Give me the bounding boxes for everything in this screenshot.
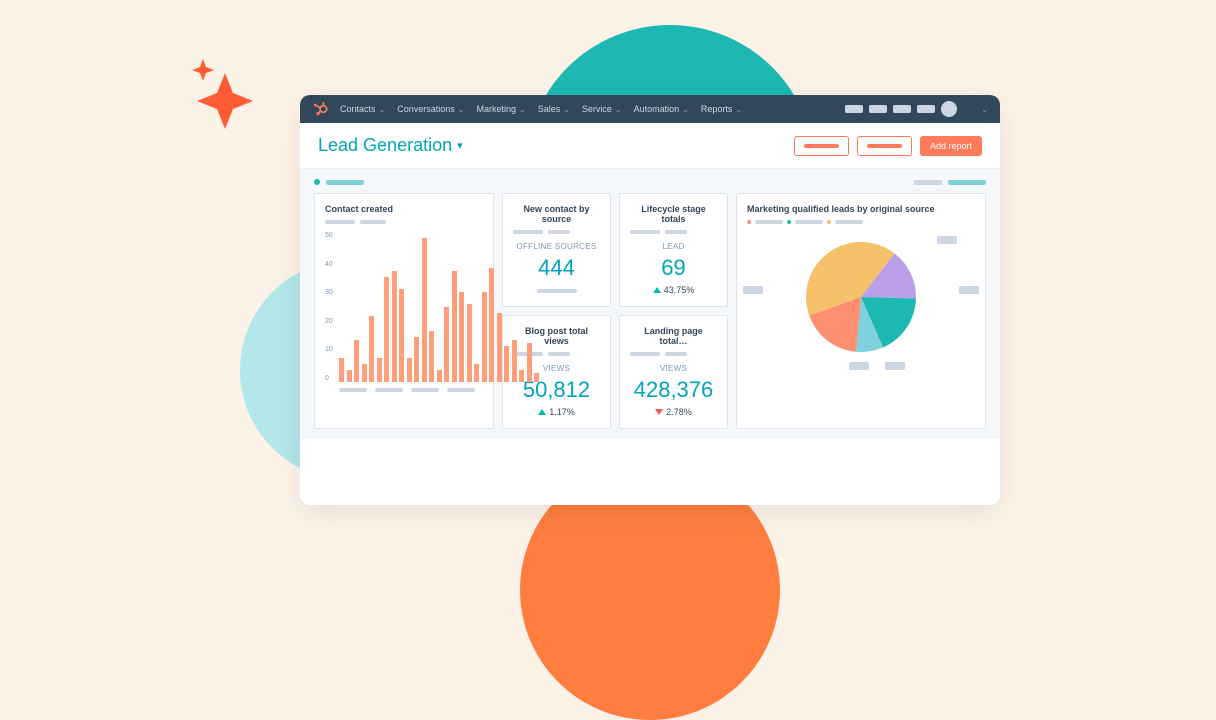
nav-service[interactable]: Service⌄	[582, 104, 622, 114]
nav-conversations[interactable]: Conversations⌄	[397, 104, 464, 114]
app-window: Contacts⌄ Conversations⌄ Marketing⌄ Sale…	[300, 95, 1000, 505]
stat-change: 2.78%	[630, 407, 717, 417]
nav-items: Contacts⌄ Conversations⌄ Marketing⌄ Sale…	[340, 104, 742, 114]
stat-label: LEAD	[630, 242, 717, 251]
contact-created-card: Contact created 50403020100	[314, 193, 494, 429]
chevron-down-icon: ⌄	[682, 105, 689, 114]
card-title: New contact by source	[513, 204, 600, 224]
meta-row	[314, 179, 986, 185]
nav-sales[interactable]: Sales⌄	[538, 104, 570, 114]
topbar-action[interactable]	[917, 105, 935, 113]
add-report-button[interactable]: Add report	[920, 136, 982, 156]
mql-card: Marketing qualified leads by original so…	[736, 193, 986, 429]
avatar[interactable]	[941, 101, 957, 117]
stat-value: 428,376	[630, 377, 717, 403]
chevron-down-icon: ⌄	[735, 105, 742, 114]
arrow-up-icon	[538, 409, 546, 415]
nav-automation[interactable]: Automation⌄	[634, 104, 689, 114]
topbar-action[interactable]	[869, 105, 887, 113]
header-button-1[interactable]	[794, 136, 849, 156]
caret-down-icon: ▾	[457, 139, 463, 152]
topbar-action[interactable]	[893, 105, 911, 113]
arrow-down-icon	[655, 409, 663, 415]
sparkle-icon	[185, 55, 265, 135]
bar-chart: 50403020100	[325, 232, 483, 382]
chevron-down-icon[interactable]: ⌄	[981, 105, 988, 114]
lifecycle-card: Lifecycle stage totals LEAD 69 43.75%	[619, 193, 728, 307]
stat-change: 43.75%	[630, 285, 717, 295]
arrow-up-icon	[653, 287, 661, 293]
card-title: Landing page total…	[630, 326, 717, 346]
chevron-down-icon: ⌄	[615, 105, 622, 114]
hubspot-logo-icon	[312, 101, 328, 117]
nav-marketing[interactable]: Marketing⌄	[476, 104, 525, 114]
stat-label: VIEWS	[630, 364, 717, 373]
header-button-2[interactable]	[857, 136, 912, 156]
dashboard-content: Contact created 50403020100	[300, 169, 1000, 439]
topbar-right: ⌄	[845, 101, 988, 117]
chevron-down-icon: ⌄	[519, 105, 526, 114]
pie-chart	[747, 242, 975, 352]
card-title: Lifecycle stage totals	[630, 204, 717, 224]
chevron-down-icon: ⌄	[563, 105, 570, 114]
nav-contacts[interactable]: Contacts⌄	[340, 104, 385, 114]
chevron-down-icon: ⌄	[379, 105, 386, 114]
card-title: Contact created	[325, 204, 483, 214]
topbar: Contacts⌄ Conversations⌄ Marketing⌄ Sale…	[300, 95, 1000, 123]
chevron-down-icon: ⌄	[458, 105, 465, 114]
header-row: Lead Generation ▾ Add report	[300, 123, 1000, 169]
landing-views-card: Landing page total… VIEWS 428,376 2.78%	[619, 315, 728, 429]
stat-value: 69	[630, 255, 717, 281]
nav-reports[interactable]: Reports⌄	[701, 104, 742, 114]
page-title-dropdown[interactable]: Lead Generation ▾	[318, 135, 463, 156]
stat-change: 1.17%	[513, 407, 600, 417]
card-title: Marketing qualified leads by original so…	[747, 204, 975, 214]
topbar-action[interactable]	[845, 105, 863, 113]
